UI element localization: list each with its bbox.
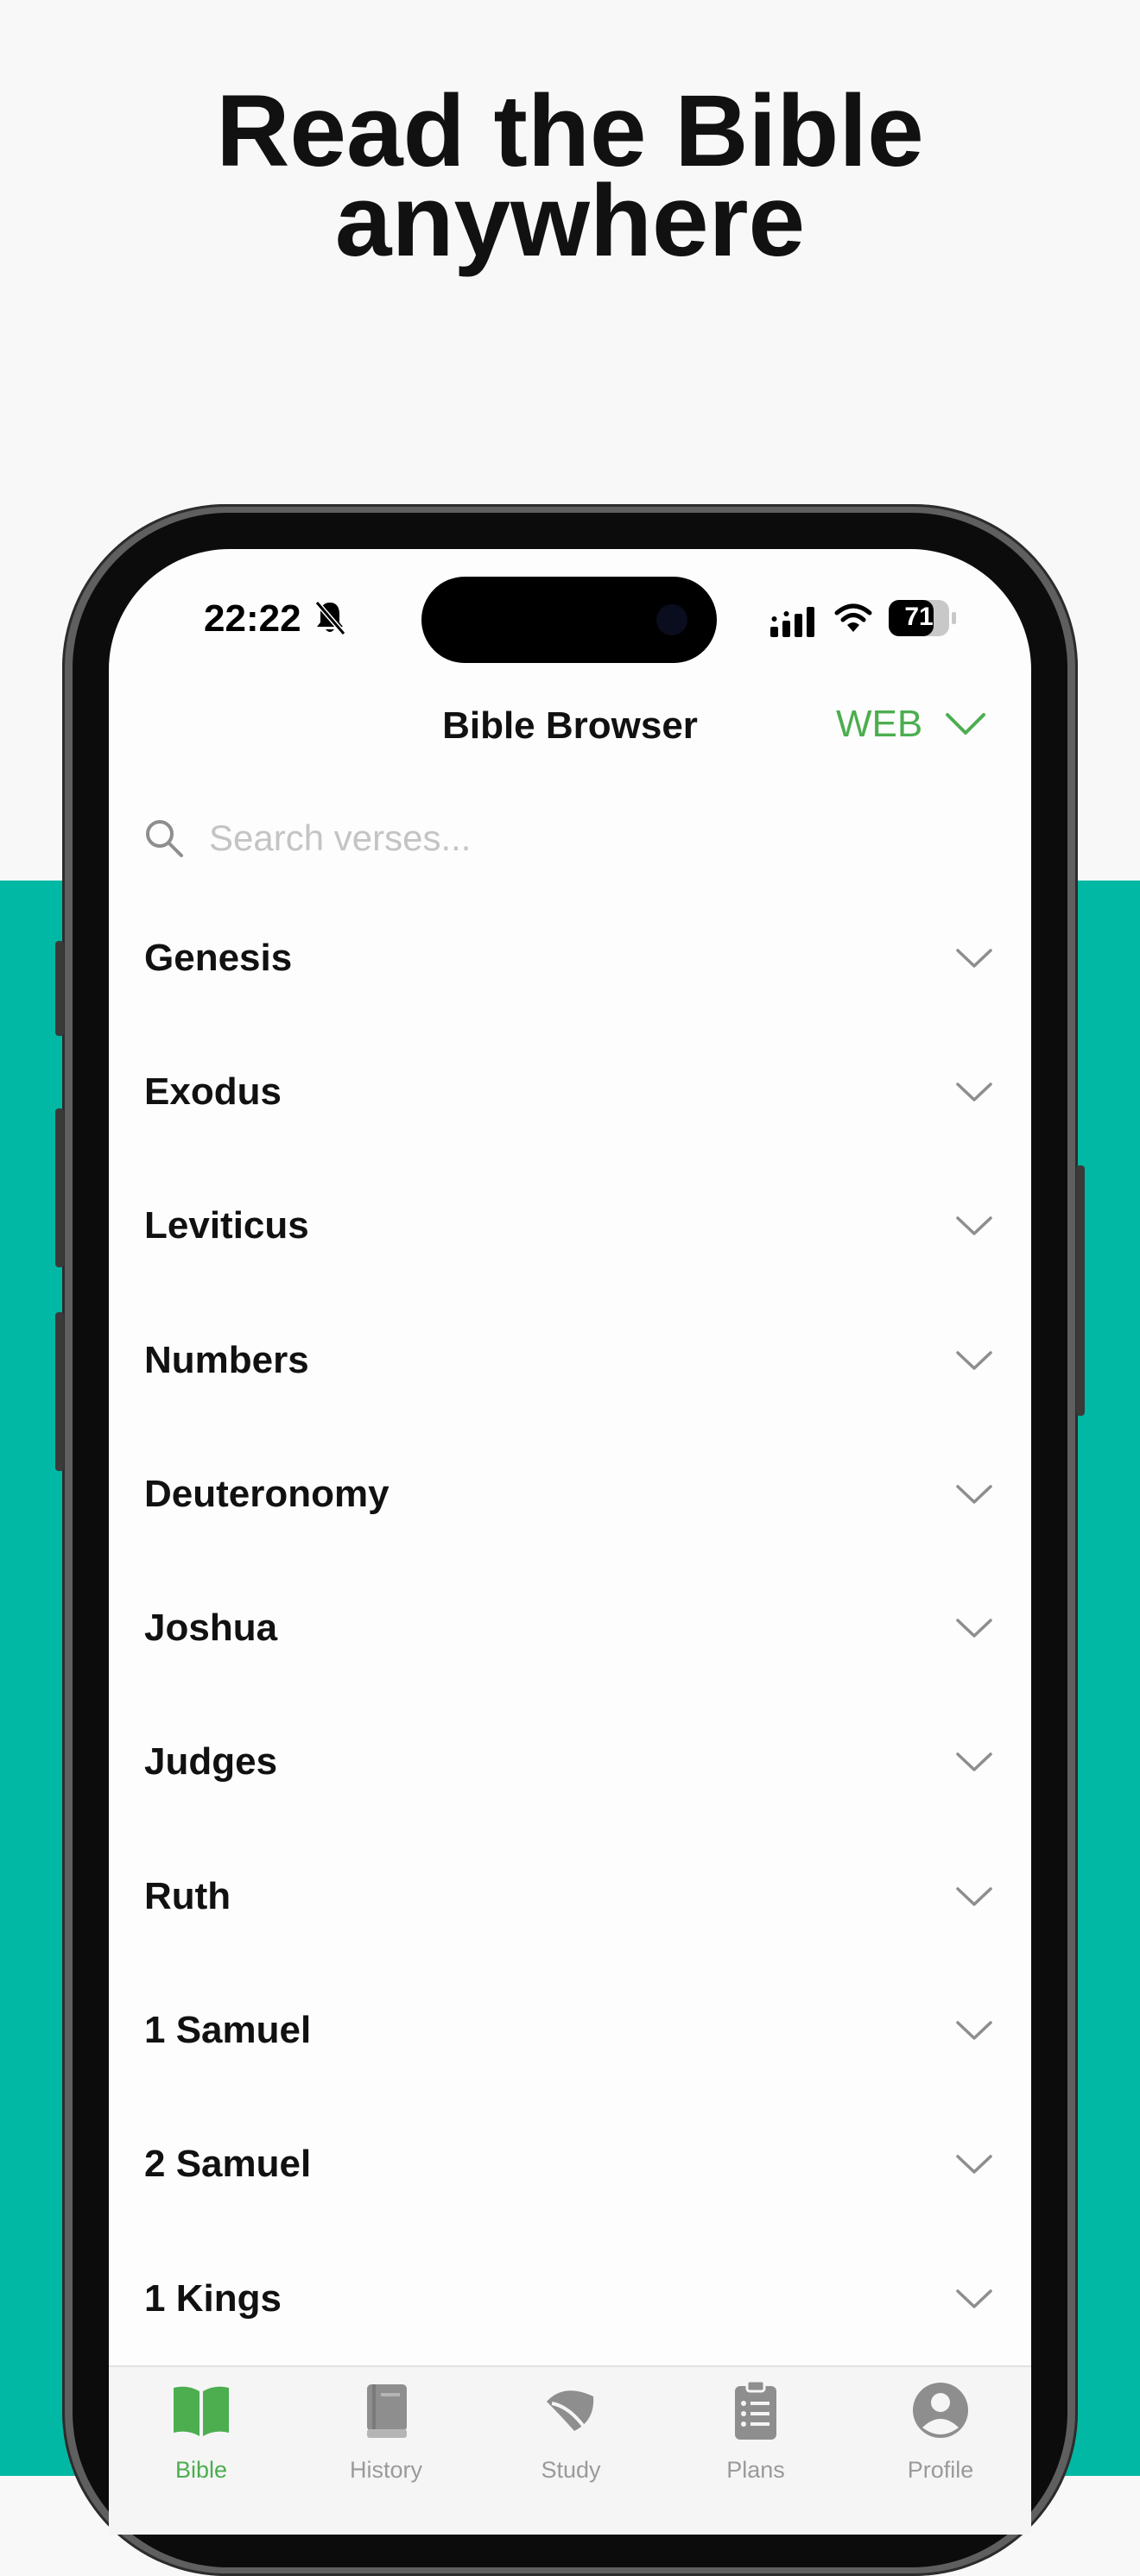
power-button: [1076, 1165, 1085, 1416]
chevron-down-icon: [956, 1350, 992, 1370]
book-name: Judges: [144, 1740, 278, 1784]
phone-screen: 22:22 71 Bible Browser WEB Search verses…: [109, 549, 1031, 2535]
chevron-down-icon: [956, 1485, 992, 1504]
book-name: 1 Kings: [144, 2276, 282, 2320]
chevron-down-icon: [956, 1886, 992, 1906]
search-bar[interactable]: [143, 808, 998, 868]
tab-label: History: [349, 2457, 422, 2483]
search-icon: [146, 820, 183, 857]
headline: Read the Bible anywhere: [0, 74, 1140, 278]
book-name: 2 Samuel: [144, 2143, 312, 2186]
tab-label: Bible: [174, 2457, 228, 2483]
tab-history[interactable]: History: [294, 2367, 478, 2535]
open-book-icon: [174, 2386, 229, 2436]
book-row-deuteronomy[interactable]: Deuteronomy: [109, 1427, 1031, 1561]
leaf-icon: [547, 2390, 594, 2434]
tab-label: Study: [541, 2457, 601, 2483]
tab-bar: Bible History Study Plans Profile: [109, 2365, 1031, 2535]
person-circle-icon: [913, 2383, 968, 2438]
book-name: Exodus: [144, 1070, 282, 1113]
book-row-numbers[interactable]: Numbers: [109, 1293, 1031, 1427]
tab-label: Profile: [907, 2457, 974, 2483]
chevron-down-icon: [956, 1752, 992, 1772]
tab-bible[interactable]: Bible: [109, 2367, 294, 2535]
battery-level: 71: [904, 603, 934, 631]
battery-icon: 71: [888, 599, 957, 637]
book-name: Deuteronomy: [144, 1472, 390, 1515]
book-row-judges[interactable]: Judges: [109, 1695, 1031, 1829]
book-row-leviticus[interactable]: Leviticus: [109, 1159, 1031, 1293]
chevron-down-icon: [946, 713, 986, 735]
book-row-genesis[interactable]: Genesis: [109, 891, 1031, 1025]
status-time: 22:22: [204, 597, 301, 640]
tab-plans[interactable]: Plans: [663, 2367, 848, 2535]
dynamic-island: [421, 577, 717, 663]
chevron-down-icon: [956, 2155, 992, 2175]
volume-up-button: [55, 1108, 64, 1267]
chevron-down-icon: [956, 1216, 992, 1235]
chevron-down-icon: [956, 1083, 992, 1102]
book-name: Leviticus: [144, 1204, 309, 1247]
action-button: [55, 941, 64, 1036]
book-name: 1 Samuel: [144, 2009, 312, 2052]
front-camera: [656, 604, 687, 635]
book-row-2-samuel[interactable]: 2 Samuel: [109, 2098, 1031, 2232]
book-row-exodus[interactable]: Exodus: [109, 1025, 1031, 1159]
headline-line-1: Read the Bible: [216, 74, 924, 188]
book-list: Genesis Exodus Leviticus Numbers Deutero…: [109, 891, 1031, 2365]
tab-label: Plans: [726, 2457, 785, 2483]
version-label: WEB: [836, 703, 923, 745]
chevron-down-icon: [956, 948, 992, 968]
chevron-down-icon: [956, 2289, 992, 2308]
book-row-1-kings[interactable]: 1 Kings: [109, 2232, 1031, 2365]
cellular-signal-icon: [770, 607, 814, 637]
search-input[interactable]: [207, 817, 988, 860]
book-row-1-samuel[interactable]: 1 Samuel: [109, 1963, 1031, 2097]
bell-slash-icon: [314, 601, 346, 635]
book-name: Ruth: [144, 1874, 231, 1917]
headline-line-2: anywhere: [334, 164, 806, 278]
wifi-icon: [834, 603, 872, 632]
book-name: Numbers: [144, 1338, 309, 1381]
closed-book-icon: [367, 2384, 407, 2438]
clipboard-icon: [735, 2379, 776, 2440]
book-name: Joshua: [144, 1607, 278, 1650]
volume-down-button: [55, 1312, 64, 1471]
chevron-down-icon: [956, 2021, 992, 2040]
tab-study[interactable]: Study: [478, 2367, 663, 2535]
book-row-ruth[interactable]: Ruth: [109, 1829, 1031, 1963]
book-row-joshua[interactable]: Joshua: [109, 1561, 1031, 1695]
chevron-down-icon: [956, 1619, 992, 1638]
book-name: Genesis: [144, 936, 293, 979]
tab-profile[interactable]: Profile: [848, 2367, 1031, 2535]
version-selector-button[interactable]: WEB: [836, 703, 986, 746]
